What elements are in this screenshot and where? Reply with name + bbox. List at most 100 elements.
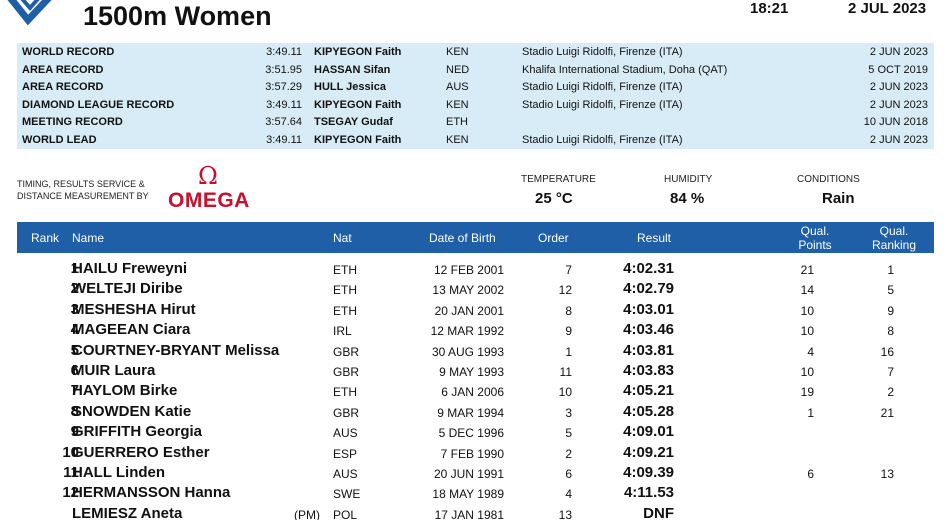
- result-order: 7: [565, 263, 572, 277]
- result-nat: AUS: [333, 426, 358, 441]
- result-qual-ranking: 1: [887, 263, 894, 277]
- record-nat: KEN: [446, 46, 469, 58]
- result-pm: (PM): [294, 507, 320, 520]
- result-name: LEMIESZ Aneta: [72, 504, 183, 520]
- humidity-label: HUMIDITY: [664, 174, 713, 185]
- result-nat: POL: [333, 507, 358, 520]
- record-venue: Stadio Luigi Ridolfi, Firenze (ITA): [522, 46, 683, 58]
- temperature-label: TEMPERATURE: [521, 174, 596, 185]
- record-venue: Stadio Luigi Ridolfi, Firenze (ITA): [522, 81, 683, 93]
- result-result: 4:05.28: [623, 402, 674, 420]
- result-name: MUIR Laura: [72, 362, 156, 379]
- result-name: MAGEEAN Ciara: [72, 321, 191, 339]
- record-date: 2 JUN 2023: [869, 133, 928, 146]
- result-dob: 12 FEB 2001: [433, 263, 504, 277]
- record-name: HULL Jessica: [314, 81, 386, 93]
- result-dob: 20 JUN 1991: [433, 467, 504, 481]
- result-qual-points: 10: [800, 324, 814, 339]
- col-qual-points: Qual. Points: [797, 224, 833, 252]
- record-row: DIAMOND LEAGUE RECORD 3:49.11 KIPYEGON Fai…: [17, 97, 934, 115]
- result-name: WELTEJI Diribe: [72, 280, 183, 298]
- result-result: DNF: [643, 504, 674, 520]
- result-order: 12: [558, 283, 572, 298]
- table-row: 9 GRIFFITH Georgia AUS 5 DEC 1996 5 4:09.01: [17, 421, 934, 442]
- record-type: WORLD RECORD: [22, 46, 115, 58]
- record-mark: 3:57.29: [265, 81, 302, 93]
- table-row: 11 HALL Linden AUS 20 JUN 1991 6 4:09.39 6 13: [17, 462, 934, 483]
- record-date: 5 OCT 2019: [868, 63, 928, 76]
- conditions-value: Rain: [822, 190, 855, 207]
- record-type: DIAMOND LEAGUE RECORD: [22, 98, 175, 111]
- result-result: 4:05.21: [623, 382, 674, 400]
- result-dob: 7 FEB 1990: [440, 446, 504, 461]
- record-row: AREA RECORD 3:51.95 HASSAN Sifan NED Khalifa…: [17, 62, 934, 80]
- result-result: 4:09.21: [623, 443, 674, 461]
- table-row: LEMIESZ Aneta (PM) POL 17 JAN 1981 13 DNF: [17, 503, 934, 520]
- col-result: Result: [637, 231, 672, 245]
- record-nat: NED: [446, 63, 470, 76]
- table-row: 12 HERMANSSON Hanna SWE 18 MAY 1989 4 4:11.53: [17, 482, 934, 503]
- table-row: 2 WELTEJI Diribe ETH 13 MAY 2002 12 4:02.79 14…: [17, 278, 934, 299]
- result-dob: 6 JAN 2006: [441, 385, 504, 400]
- record-row: WORLD RECORD 3:49.11 KIPYEGON Faith KEN Stad…: [17, 44, 934, 62]
- result-name: HALL Linden: [72, 464, 166, 481]
- timing-line-1: TIMING, RESULTS SERVICE &: [17, 179, 145, 189]
- table-row: 8 SNOWDEN Katie GBR 9 MAR 1994 3 4:05.28 1 21: [17, 401, 934, 422]
- meet-logo-icon: [7, 0, 52, 26]
- result-nat: IRL: [333, 324, 352, 339]
- result-qual-ranking: 8: [887, 324, 894, 339]
- col-name: Name: [72, 231, 105, 245]
- record-mark: 3:49.11: [266, 98, 302, 111]
- record-date: 2 JUN 2023: [869, 98, 928, 111]
- result-qual-ranking: 13: [880, 467, 894, 481]
- result-order: 8: [565, 303, 572, 318]
- result-qual-ranking: 16: [880, 344, 894, 359]
- record-nat: KEN: [446, 133, 469, 146]
- result-qual-points: 4: [807, 344, 814, 359]
- result-qual-points: 19: [800, 385, 814, 400]
- record-row: AREA RECORD 3:57.29 HULL Jessica AUS Stadio …: [17, 79, 934, 97]
- result-qual-ranking: 21: [880, 405, 894, 420]
- conditions-label: CONDITIONS: [797, 174, 860, 185]
- results-header: Rank Name Nat Date of Birth Order Result…: [17, 222, 934, 253]
- record-type: MEETING RECORD: [22, 116, 123, 128]
- result-nat: SWE: [333, 487, 361, 502]
- omega-logo-icon: Ω: [198, 162, 218, 190]
- result-qual-ranking: 9: [887, 303, 894, 318]
- result-dob: 13 MAY 2002: [432, 283, 504, 298]
- record-mark: 3:57.64: [265, 116, 302, 128]
- result-name: COURTNEY-BRYANT Melissa: [72, 341, 280, 359]
- result-qual-points: 14: [800, 283, 814, 298]
- result-qual-points: 10: [800, 365, 814, 379]
- record-mark: 3:49.11: [266, 46, 302, 58]
- result-result: 4:02.79: [623, 280, 674, 298]
- result-result: 4:03.81: [623, 341, 674, 359]
- result-dob: 17 JAN 1981: [434, 507, 504, 520]
- record-date: 2 JUN 2023: [869, 81, 928, 93]
- record-type: AREA RECORD: [22, 63, 104, 76]
- col-nat: Nat: [333, 231, 352, 245]
- result-name: GRIFFITH Georgia: [72, 423, 203, 441]
- record-name: KIPYEGON Faith: [314, 98, 402, 111]
- col-qual-points-line-1: Qual.: [800, 224, 830, 238]
- result-dob: 12 MAR 1992: [430, 324, 504, 339]
- record-nat: KEN: [446, 98, 469, 111]
- record-name: TSEGAY Gudaf: [314, 116, 393, 128]
- result-order: 3: [565, 405, 572, 420]
- record-venue: Khalifa International Stadium, Doha (QAT…: [522, 63, 728, 76]
- result-order: 11: [559, 365, 572, 379]
- record-name: HASSAN Sifan: [314, 63, 391, 76]
- result-nat: ESP: [333, 446, 358, 461]
- result-result: 4:11.53: [623, 484, 674, 502]
- result-order: 6: [565, 467, 572, 481]
- table-row: 1 HAILU Freweyni ETH 12 FEB 2001 7 4:02.31 21 1: [17, 258, 934, 279]
- record-name: KIPYEGON Faith: [314, 46, 402, 58]
- result-result: 4:09.01: [623, 423, 674, 441]
- result-qual-ranking: 2: [887, 385, 894, 400]
- result-qual-points: 21: [800, 263, 814, 277]
- omega-brand: OMEGA: [168, 189, 250, 212]
- table-row: 7 HAYLOM Birke ETH 6 JAN 2006 10 4:05.21 19 2: [17, 380, 934, 401]
- result-order: 4: [565, 487, 572, 502]
- col-qual-points-line-2: Points: [798, 238, 832, 252]
- col-qual-ranking: Qual. Ranking: [869, 224, 919, 252]
